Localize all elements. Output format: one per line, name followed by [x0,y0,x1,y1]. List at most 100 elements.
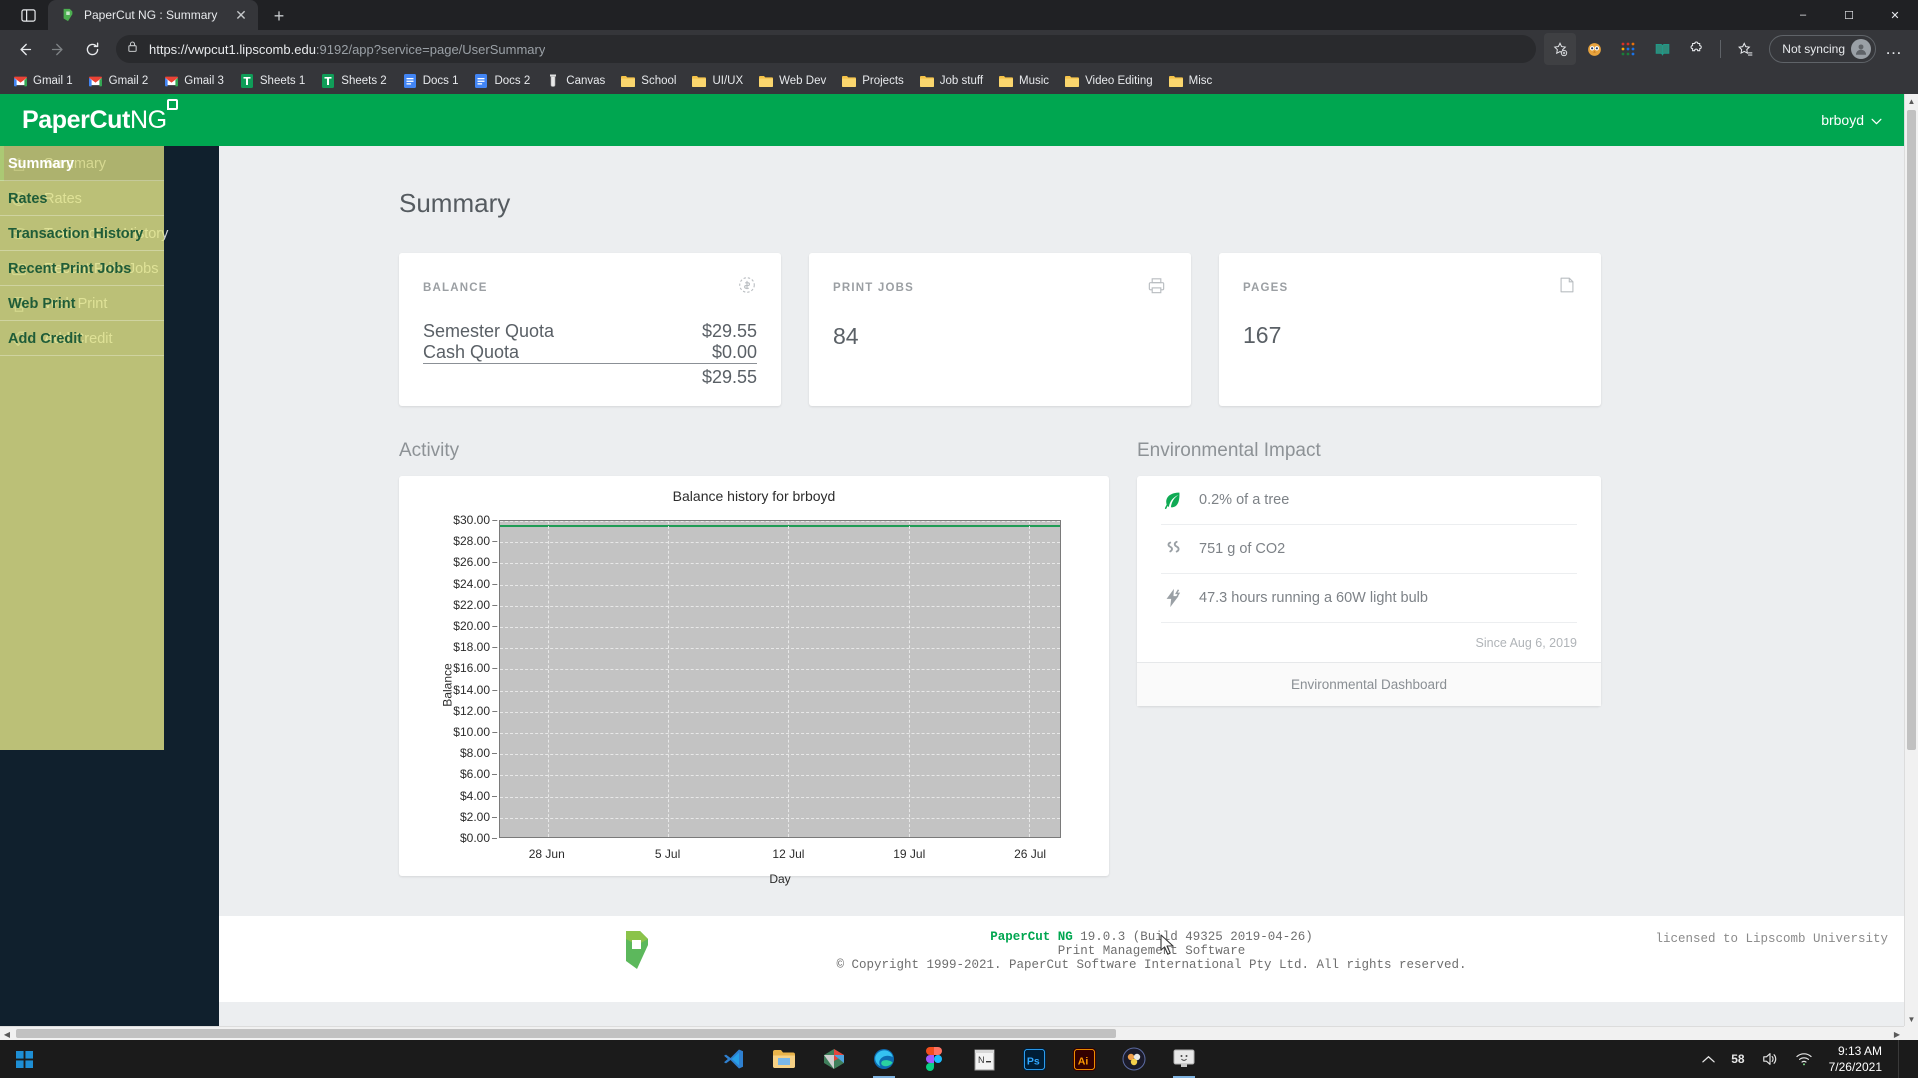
show-desktop-button[interactable] [1898,1040,1904,1078]
apps-grid-icon[interactable] [1612,33,1644,65]
chart-y-tick-label: $20.00 [453,619,499,633]
horizontal-scrollbar[interactable]: ◀ ▶ [0,1026,1904,1040]
sidebar-item-summary[interactable]: Summary [0,146,219,181]
environmental-section-title: Environmental Impact [1137,440,1321,461]
chart-gridline-vertical [908,521,910,837]
env-row-text: 47.3 hours running a 60W light bulb [1199,590,1428,606]
reload-icon[interactable] [76,33,108,65]
bookmark-folder-jobstuff[interactable]: Job stuff [913,71,990,91]
bookmark-gmail-1[interactable]: Gmail 1 [6,71,80,91]
chart-y-tick-label: $8.00 [460,746,499,760]
back-icon[interactable] [8,33,40,65]
close-icon[interactable]: ✕ [232,6,250,24]
display-app-icon[interactable] [1169,1044,1199,1078]
browser-tab[interactable]: PaperCut NG : Summary ✕ [48,0,258,30]
gmail-icon [89,74,103,88]
illustrator-icon[interactable]: Ai [1069,1044,1099,1074]
scroll-down-icon[interactable]: ▼ [1905,1012,1918,1026]
sidebar-item-add-credit[interactable]: Add Credit [0,321,219,356]
bookmark-docs-1[interactable]: Docs 1 [396,71,466,91]
bookmark-folder-webdev[interactable]: Web Dev [752,71,833,91]
bookmark-gmail-3[interactable]: Gmail 3 [157,71,231,91]
chart-y-tick-label: $0.00 [460,831,499,845]
volume-icon[interactable] [1761,1051,1779,1067]
folder-icon [621,74,636,88]
sidebar-item-web-print[interactable]: Web Print [0,286,219,321]
figma-icon[interactable] [919,1044,949,1074]
sidebar-item-label: Web Print [44,295,108,312]
photoshop-icon[interactable]: Ps [1019,1044,1049,1074]
bookmark-folder-school[interactable]: School [614,71,683,91]
extensions-puzzle-icon[interactable] [1680,33,1712,65]
forward-icon[interactable] [42,33,74,65]
chart-gridline-horizontal [500,796,1060,798]
sidebar-item-rates[interactable]: Rates [0,181,219,216]
close-window-button[interactable]: ✕ [1872,0,1918,30]
chart-x-axis-label: Day [769,872,791,886]
browser-menu-icon[interactable]: … [1878,33,1910,65]
balance-row: Cash Quota $0.00 [423,343,757,361]
bookmark-sheets-2[interactable]: Sheets 2 [314,71,393,91]
user-name: brboyd [1821,112,1864,128]
sidebar-item-recent-print-jobs[interactable]: Recent Print Jobs [0,251,219,286]
scroll-left-icon[interactable]: ◀ [0,1027,14,1040]
svg-text:Ai: Ai [1077,1055,1088,1067]
dashboard-icon [8,153,30,175]
windows-start-icon[interactable] [0,1040,48,1078]
taskbar-apps: N Ps Ai [719,1044,1199,1078]
leaf-icon [1161,489,1185,511]
address-bar[interactable]: https://vwpcut1.lipscomb.edu:9192/app?se… [116,35,1537,63]
collections-book-icon[interactable] [1646,33,1678,65]
bookmark-label: Gmail 3 [184,75,224,87]
docs-icon [403,74,417,88]
scroll-right-icon[interactable]: ▶ [1890,1027,1904,1040]
bookmark-docs-2[interactable]: Docs 2 [467,71,537,91]
chart-gridline-horizontal [500,605,1060,607]
bookmark-folder-projects[interactable]: Projects [835,71,911,91]
davinci-resolve-icon[interactable] [1119,1044,1149,1074]
chart-x-tick-label: 12 Jul [772,847,805,861]
user-menu[interactable]: brboyd [1821,112,1882,128]
gmail-icon [164,74,178,88]
print-jobs-card: PRINT JOBS 84 [809,253,1191,406]
chart-y-tick-label: $30.00 [453,513,499,527]
env-row-tree: 0.2% of a tree [1161,476,1577,525]
scroll-up-icon[interactable]: ▲ [1905,94,1918,108]
brand-suffix: NG [129,105,167,134]
bookmark-gmail-2[interactable]: Gmail 2 [82,71,156,91]
add-favorite-icon[interactable] [1544,33,1577,65]
chart-plot-area [499,520,1061,838]
bookmark-folder-videoediting[interactable]: Video Editing [1058,71,1160,91]
chart-y-tick-label: $4.00 [460,789,499,803]
microsoft-edge-icon[interactable] [869,1044,899,1078]
file-explorer-icon[interactable] [769,1044,799,1074]
sidebar-item-transaction-history[interactable]: Transaction History [0,216,219,251]
vertical-scroll-thumb[interactable] [1907,110,1916,750]
bookmark-folder-uiux[interactable]: UI/UX [685,71,750,91]
extension-owl-icon[interactable] [1578,33,1610,65]
taskbar-clock[interactable]: 9:13 AM 7/26/2021 [1829,1043,1882,1075]
sourcetree-icon[interactable] [819,1044,849,1074]
tray-expand-chevron-icon[interactable] [1702,1055,1715,1064]
bookmark-sheets-1[interactable]: Sheets 1 [233,71,312,91]
tray-badge-count[interactable]: 58 [1731,1052,1744,1066]
tab-search-sidebar-icon[interactable] [8,0,48,30]
horizontal-scroll-thumb[interactable] [16,1029,1116,1038]
new-tab-button[interactable]: + [264,2,294,30]
maximize-button[interactable]: ☐ [1826,0,1872,30]
favorites-list-icon[interactable] [1729,33,1761,65]
notepad-icon[interactable]: N [969,1044,999,1074]
env-since-label: Since Aug 6, 2019 [1475,636,1577,650]
bookmark-folder-misc[interactable]: Misc [1162,71,1220,91]
folder-icon [692,74,707,88]
vscode-icon[interactable] [719,1044,749,1074]
papercut-logo[interactable]: PaperCutNG [22,98,178,135]
bookmark-canvas[interactable]: Canvas [539,71,612,91]
minimize-button[interactable]: – [1780,0,1826,30]
env-row-text: 751 g of CO2 [1199,541,1286,557]
vertical-scrollbar[interactable]: ▲ ▼ [1904,94,1918,1026]
bookmark-folder-music[interactable]: Music [992,71,1056,91]
environmental-dashboard-button[interactable]: Environmental Dashboard [1137,662,1601,706]
wifi-icon[interactable] [1795,1051,1813,1067]
profile-button[interactable]: Not syncing [1769,35,1876,63]
